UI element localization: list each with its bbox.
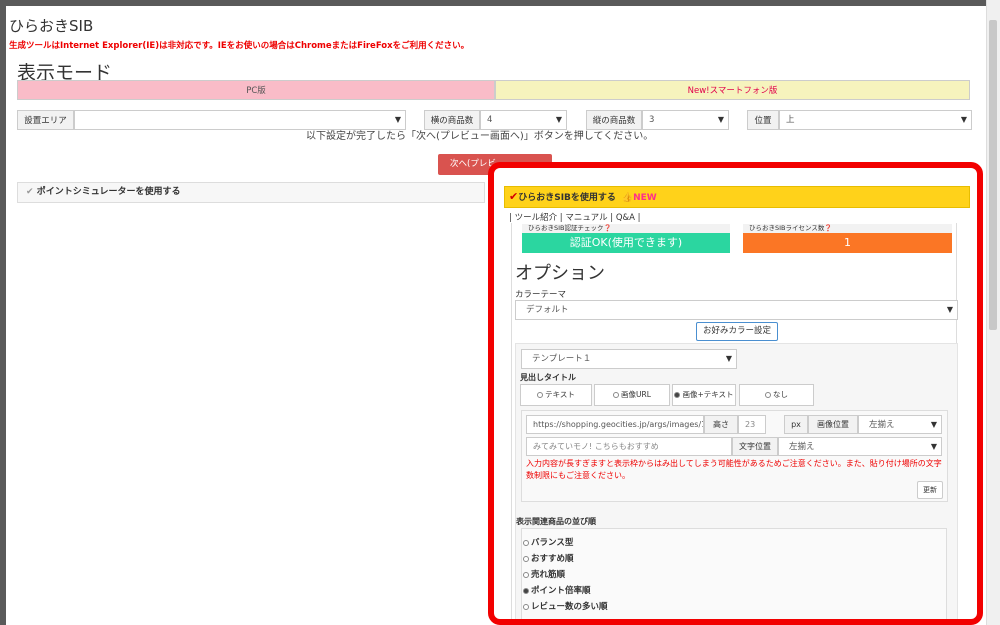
tab-smartphone-label: New!スマートフォン版 bbox=[687, 86, 778, 96]
height-input[interactable]: 23 bbox=[738, 415, 766, 434]
rows-select-value: 3 bbox=[649, 115, 655, 125]
radio-icon bbox=[523, 603, 529, 610]
heading-option-none[interactable]: なし bbox=[739, 384, 814, 406]
chevron-down-icon: ▼ bbox=[960, 115, 967, 124]
position-select-value: 上 bbox=[786, 115, 795, 125]
tab-pc[interactable]: PC版 bbox=[17, 80, 495, 100]
sort-option-point-rate[interactable]: ポイント倍率順 bbox=[523, 584, 591, 596]
image-position-label: 画像位置 bbox=[808, 415, 858, 434]
instruction-text: 以下設定が完了したら「次へ(プレビュー画面へ)」ボタンを押してください。 bbox=[306, 131, 654, 142]
heading-title-label: 見出しタイトル bbox=[520, 373, 576, 382]
sib-enable-toggle[interactable]: ✔ひらおきSIBを使用する 👍NEW bbox=[504, 186, 970, 208]
heading-option-text-label: テキスト bbox=[545, 390, 575, 399]
radio-icon bbox=[613, 392, 620, 398]
radio-selected-icon bbox=[523, 587, 529, 594]
tab-smartphone[interactable]: New!スマートフォン版 bbox=[495, 80, 970, 100]
favorite-color-button[interactable]: お好みカラー設定 bbox=[696, 322, 778, 341]
sort-option-recommended[interactable]: おすすめ順 bbox=[523, 552, 574, 564]
option-title: オプション bbox=[515, 263, 605, 284]
point-simulator-toggle[interactable]: ✔ ポイントシミュレーターを使用する bbox=[17, 182, 485, 203]
auth-status: 認証OK(使用できます) bbox=[522, 233, 730, 253]
sort-option-label: ポイント倍率順 bbox=[531, 586, 591, 596]
image-position-value: 左揃え bbox=[869, 420, 895, 430]
heading-text-input[interactable]: みてみていモノ! こちらもおすすめ bbox=[526, 437, 732, 456]
radio-selected-icon bbox=[674, 392, 681, 398]
color-theme-label: カラーテーマ bbox=[515, 290, 567, 300]
color-theme-value: デフォルト bbox=[526, 305, 569, 315]
radio-icon bbox=[537, 392, 544, 398]
license-label: ひらおきSIBライセンス数❓ bbox=[743, 224, 952, 233]
radio-icon bbox=[765, 392, 771, 398]
update-button[interactable]: 更新 bbox=[917, 481, 943, 499]
check-icon: ✔ bbox=[26, 187, 34, 197]
template-value: テンプレート１ bbox=[532, 354, 592, 364]
heading-option-image-text-label: 画像+テキスト bbox=[682, 390, 734, 399]
radio-icon bbox=[523, 539, 529, 546]
text-position-value: 左揃え bbox=[789, 442, 815, 452]
position-select[interactable]: 上 ▼ bbox=[779, 110, 972, 130]
sort-order-title: 表示関連商品の並び順 bbox=[516, 517, 596, 526]
sort-option-label: おすすめ順 bbox=[531, 554, 574, 564]
px-label: px bbox=[784, 415, 808, 434]
license-count: 1 bbox=[743, 233, 952, 253]
sort-option-reviews[interactable]: レビュー数の多い順 bbox=[523, 600, 608, 612]
position-label: 位置 bbox=[747, 110, 779, 130]
heading-settings-box: https://shopping.geocities.jp/args/image… bbox=[521, 410, 948, 502]
image-url-input[interactable]: https://shopping.geocities.jp/args/image… bbox=[526, 415, 704, 434]
scrollbar-thumb[interactable] bbox=[989, 20, 997, 330]
height-label: 高さ bbox=[704, 415, 738, 434]
sort-option-label: 売れ筋順 bbox=[531, 570, 566, 580]
image-position-select[interactable]: 左揃え ▼ bbox=[858, 415, 942, 434]
chevron-down-icon: ▼ bbox=[946, 305, 953, 314]
template-box: テンプレート１ ▼ 見出しタイトル テキスト 画像URL 画像+テキスト なし h… bbox=[515, 343, 958, 619]
heading-option-image-text[interactable]: 画像+テキスト bbox=[672, 384, 736, 406]
heading-option-image-url-label: 画像URL bbox=[621, 390, 651, 399]
text-position-select[interactable]: 左揃え ▼ bbox=[778, 437, 942, 456]
cols-select-value: 4 bbox=[487, 115, 493, 125]
sort-option-bestseller[interactable]: 売れ筋順 bbox=[523, 568, 565, 580]
chevron-down-icon: ▼ bbox=[930, 442, 937, 451]
sib-settings-panel: ✔ひらおきSIBを使用する 👍NEW | ツール紹介 | マニュアル | Q&A … bbox=[488, 162, 983, 625]
sort-option-label: レビュー数の多い順 bbox=[531, 602, 608, 612]
ie-warning: 生成ツールはInternet Explorer(IE)は非対応です。IEをお使い… bbox=[9, 41, 470, 51]
sib-body: ひらおきSIB認証チェック❓ 認証OK(使用できます) ひらおきSIBライセンス… bbox=[511, 223, 958, 619]
chevron-down-icon: ▼ bbox=[725, 354, 732, 363]
app-title: ひらおきSIB bbox=[9, 17, 94, 35]
auth-check-label: ひらおきSIB認証チェック❓ bbox=[522, 224, 730, 233]
text-position-label: 文字位置 bbox=[732, 437, 778, 456]
chevron-down-icon: ▼ bbox=[717, 115, 724, 124]
template-select[interactable]: テンプレート１ ▼ bbox=[521, 349, 737, 369]
color-theme-select[interactable]: デフォルト ▼ bbox=[515, 300, 958, 320]
point-simulator-label: ポイントシミュレーターを使用する bbox=[36, 187, 181, 197]
sort-order-box: バランス型 おすすめ順 売れ筋順 ポイント倍率順 レビュー数の多い順 bbox=[521, 528, 947, 619]
area-label: 設置エリア bbox=[17, 110, 74, 130]
radio-icon bbox=[523, 555, 529, 562]
radio-icon bbox=[523, 571, 529, 578]
heading-option-text[interactable]: テキスト bbox=[520, 384, 592, 406]
sort-option-balance[interactable]: バランス型 bbox=[523, 536, 573, 548]
check-icon: ✔ bbox=[509, 190, 519, 203]
heading-option-image-url[interactable]: 画像URL bbox=[594, 384, 670, 406]
sort-option-label: バランス型 bbox=[531, 538, 574, 548]
page: ひらおきSIB 生成ツールはInternet Explorer(IE)は非対応で… bbox=[6, 6, 986, 625]
rows-select[interactable]: 3 ▼ bbox=[642, 110, 729, 130]
heading-option-none-label: なし bbox=[773, 390, 788, 399]
sib-links[interactable]: | ツール紹介 | マニュアル | Q&A | bbox=[509, 211, 641, 223]
sib-header-label: ひらおきSIBを使用する bbox=[518, 193, 616, 203]
chevron-down-icon: ▼ bbox=[930, 420, 937, 429]
new-badge: 👍NEW bbox=[621, 193, 657, 203]
length-warning: 入力内容が長すぎますと表示枠からはみ出してしまう可能性があるためご注意ください。… bbox=[526, 459, 942, 480]
